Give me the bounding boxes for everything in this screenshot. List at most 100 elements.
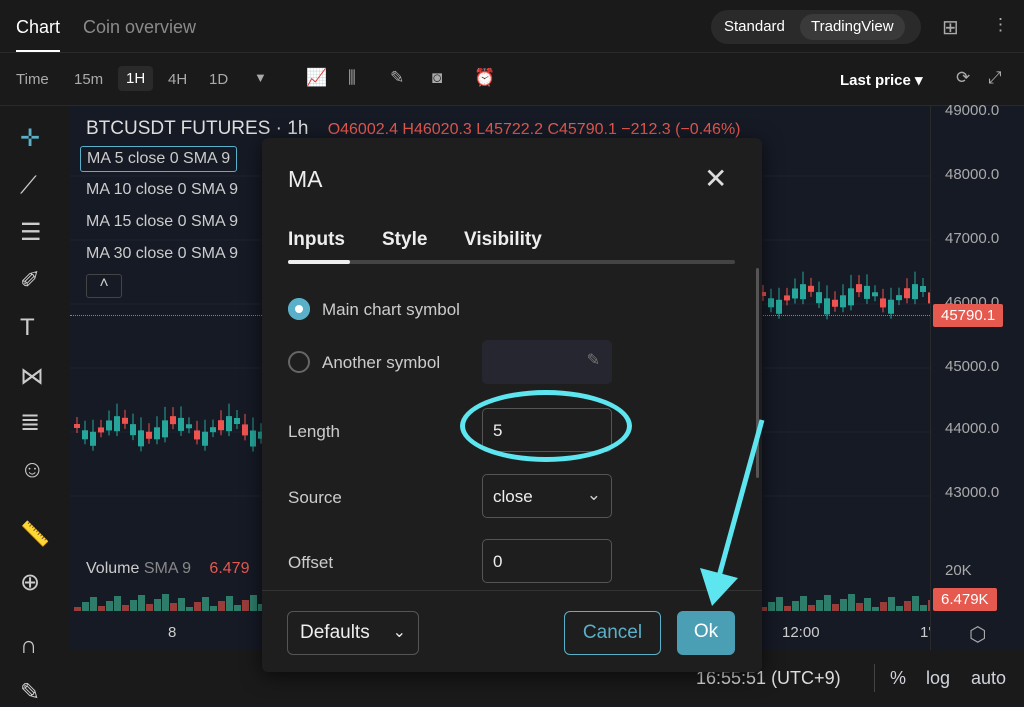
symbol-picker[interactable]: ✎ — [482, 340, 612, 384]
candle — [218, 420, 224, 431]
chevron-down-icon[interactable]: ▼ — [254, 70, 267, 85]
candle — [154, 427, 160, 440]
brush-icon[interactable]: ✐ — [20, 266, 40, 295]
main-symbol-radio[interactable] — [288, 298, 310, 320]
collapse-legend-button[interactable]: ˄ — [86, 274, 122, 298]
zoom-in-icon[interactable]: ⊕ — [20, 568, 40, 597]
highlight-ellipse — [460, 390, 632, 462]
crosshair-icon[interactable]: ✛ — [20, 124, 40, 153]
percent-toggle[interactable]: % — [890, 668, 906, 689]
candle — [816, 292, 822, 304]
grid-layout-icon[interactable]: ⊞ — [942, 15, 959, 40]
drawing-tools: ✛ ⟋ ☰ ✐ T ⋈ ≣ ☺ 📏 ⊕ ∩ ✎ — [0, 106, 70, 706]
tab-coin-overview[interactable]: Coin overview — [83, 17, 196, 38]
volume-bar — [74, 607, 81, 611]
trendline-icon[interactable]: ⟋ — [20, 172, 37, 200]
candle — [250, 430, 256, 447]
tab-visibility[interactable]: Visibility — [464, 229, 542, 251]
symbol-title: BTCUSDT FUTURES · 1h — [86, 118, 309, 139]
ma-legend-row[interactable]: MA 10 close 0 SMA 9 — [80, 178, 244, 202]
source-select[interactable]: close ⌄ — [482, 474, 612, 518]
volume-bar — [856, 603, 863, 611]
ma-legend-row[interactable]: MA 30 close 0 SMA 9 — [80, 242, 244, 266]
mode-standard[interactable]: Standard — [713, 14, 796, 40]
log-toggle[interactable]: log — [926, 668, 950, 689]
volume-bar — [154, 599, 161, 611]
magnet-icon[interactable]: ∩ — [20, 632, 37, 660]
volume-bar — [202, 597, 209, 611]
volume-bar — [122, 605, 129, 611]
interval-1d[interactable]: 1D — [209, 71, 228, 88]
candle — [210, 427, 216, 433]
auto-toggle[interactable]: auto — [971, 668, 1006, 689]
volume-bar — [250, 595, 257, 611]
price-axis[interactable]: 49000.0 48000.0 47000.0 46000.0 45790.1 … — [930, 102, 1024, 650]
candle — [242, 424, 248, 436]
dialog-title: MA — [288, 166, 323, 192]
fib-icon[interactable]: ≣ — [20, 408, 40, 437]
volume-tick: 20K — [945, 562, 972, 579]
volume-bar — [824, 595, 831, 611]
pencil-icon[interactable]: ✎ — [390, 68, 404, 88]
offset-input[interactable]: 0 — [482, 539, 612, 583]
volume-bar — [106, 601, 113, 611]
indicators-icon[interactable]: 📈 — [306, 68, 327, 88]
length-label: Length — [288, 422, 340, 441]
last-price-badge: 45790.1 — [933, 304, 1004, 327]
candle — [178, 417, 184, 431]
candle — [768, 298, 774, 308]
volume-bar — [784, 606, 791, 611]
candle — [784, 295, 790, 301]
fullscreen-icon[interactable]: ⤢ — [988, 68, 1002, 88]
candle — [904, 288, 910, 299]
settings-hex-icon[interactable]: ⬡ — [969, 622, 986, 647]
interval-4h[interactable]: 4H — [168, 71, 187, 88]
alarm-icon[interactable]: ⏰ — [474, 68, 495, 88]
candle — [808, 285, 814, 292]
volume-bar — [896, 606, 903, 611]
interval-1h[interactable]: 1H — [118, 66, 154, 91]
time-tick: 8 — [168, 624, 177, 641]
scrollbar[interactable] — [756, 268, 759, 478]
tab-style[interactable]: Style — [382, 229, 427, 251]
volume-bar — [864, 598, 871, 611]
volume-bar — [816, 600, 823, 611]
candles-icon[interactable]: ⫼ — [348, 68, 356, 88]
ruler-icon[interactable]: 📏 — [20, 520, 50, 549]
view-mode-toggle: Standard TradingView — [711, 10, 921, 44]
volume-bar — [888, 597, 895, 611]
price-mode-label: Last price — [840, 72, 911, 89]
cancel-button[interactable]: Cancel — [564, 611, 661, 655]
candle — [832, 299, 838, 307]
mode-tradingview[interactable]: TradingView — [800, 14, 905, 40]
volume-bar — [210, 606, 217, 611]
price-tick: 45000.0 — [945, 358, 1000, 375]
volume-bar — [904, 601, 911, 611]
camera-icon[interactable]: ◙ — [432, 68, 442, 88]
ma-legend-row[interactable]: MA 5 close 0 SMA 9 — [80, 146, 238, 172]
ma-legend-row[interactable]: MA 15 close 0 SMA 9 — [80, 210, 244, 234]
ohlc-values: O46002.4 H46020.3 L45722.2 C45790.1 −212… — [327, 121, 741, 138]
more-icon[interactable]: ⋮ — [992, 15, 1009, 35]
volume-bar — [218, 601, 225, 611]
price-mode-dropdown[interactable]: Last price ▾ — [840, 71, 923, 89]
volume-bar — [82, 602, 89, 611]
close-icon[interactable]: ✕ — [704, 162, 727, 195]
pattern-icon[interactable]: ⋈ — [20, 362, 44, 391]
horizontal-lines-icon[interactable]: ☰ — [20, 218, 42, 247]
another-symbol-radio[interactable] — [288, 351, 310, 373]
volume-bar — [832, 604, 839, 611]
defaults-dropdown[interactable]: Defaults ⌄ — [287, 611, 419, 655]
interval-15m[interactable]: 15m — [74, 71, 103, 88]
text-icon[interactable]: T — [20, 314, 35, 342]
volume-bar — [234, 605, 241, 611]
candle — [186, 424, 192, 429]
candle — [98, 427, 104, 433]
tab-chart[interactable]: Chart — [16, 17, 61, 52]
tab-inputs[interactable]: Inputs — [288, 229, 345, 251]
volume-bar — [178, 598, 185, 611]
lock-drawing-icon[interactable]: ✎ — [20, 678, 40, 707]
ok-button[interactable]: Ok — [677, 611, 735, 655]
refresh-icon[interactable]: ⟳ — [956, 68, 970, 88]
emoji-icon[interactable]: ☺ — [20, 456, 45, 484]
